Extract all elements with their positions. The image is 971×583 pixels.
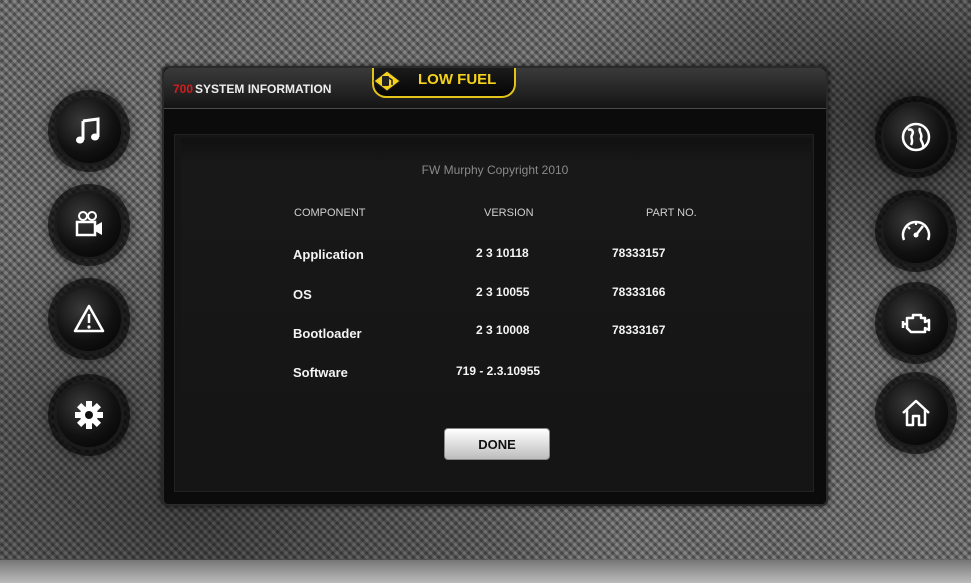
display-screen: 700 SYSTEM INFORMATION LOW FUEL FW Murphy… bbox=[162, 66, 828, 506]
home-button[interactable] bbox=[881, 378, 951, 448]
settings-button[interactable] bbox=[54, 380, 124, 450]
video-camera-icon bbox=[75, 211, 102, 237]
engine-button[interactable] bbox=[881, 288, 951, 358]
column-header-part-no: PART NO. bbox=[646, 207, 697, 219]
camera-button[interactable] bbox=[54, 190, 124, 260]
music-button[interactable] bbox=[54, 96, 124, 166]
component-name: Application bbox=[293, 247, 364, 262]
model-number: 700 bbox=[173, 82, 194, 96]
done-button[interactable]: DONE bbox=[444, 428, 550, 460]
title-bar: 700 SYSTEM INFORMATION LOW FUEL bbox=[164, 68, 826, 109]
column-header-component: COMPONENT bbox=[294, 207, 366, 219]
bezel-bottom bbox=[0, 560, 971, 583]
warning-icon bbox=[73, 304, 105, 333]
component-version: 2 3 10055 bbox=[476, 285, 530, 299]
component-name: Bootloader bbox=[293, 326, 362, 341]
component-part-no: 78333157 bbox=[612, 246, 666, 260]
gauge-button[interactable] bbox=[881, 196, 951, 266]
component-part-no: 78333166 bbox=[612, 285, 666, 299]
component-part-no: 78333167 bbox=[612, 323, 666, 337]
fuel-warning-icon bbox=[373, 70, 401, 92]
copyright-text: FW Murphy Copyright 2010 bbox=[421, 163, 569, 177]
globe-icon bbox=[901, 122, 931, 152]
column-header-version: VERSION bbox=[484, 207, 534, 219]
alarm-banner[interactable]: LOW FUEL bbox=[372, 68, 516, 98]
globe-button[interactable] bbox=[881, 102, 951, 172]
page-title: 700 SYSTEM INFORMATION bbox=[173, 82, 331, 96]
gauge-icon bbox=[901, 220, 931, 241]
page-title-text: SYSTEM INFORMATION bbox=[195, 82, 332, 96]
home-icon bbox=[902, 399, 930, 427]
component-version: 2 3 10118 bbox=[476, 246, 529, 260]
music-icon bbox=[76, 117, 100, 144]
alarm-text: LOW FUEL bbox=[418, 71, 497, 88]
component-name: OS bbox=[293, 287, 312, 302]
component-version: 2 3 10008 bbox=[476, 323, 530, 337]
component-name: Software bbox=[293, 365, 348, 380]
gear-icon bbox=[75, 401, 103, 429]
alarms-button[interactable] bbox=[54, 284, 124, 354]
component-version: 719 - 2.3.10955 bbox=[456, 364, 541, 378]
engine-icon bbox=[901, 313, 931, 334]
